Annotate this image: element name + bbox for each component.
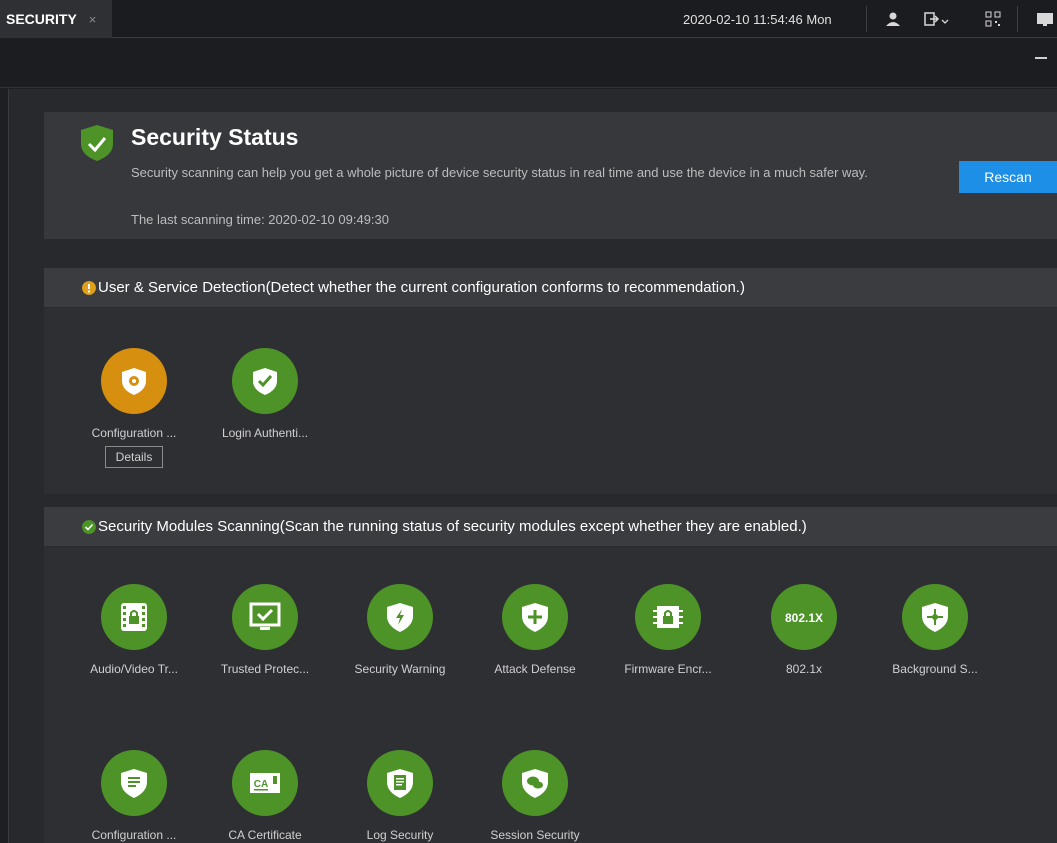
module-ca-certificate[interactable]: CA CA Certificate — [210, 750, 320, 842]
divider — [866, 6, 867, 32]
user-icon[interactable] — [883, 9, 903, 29]
status-circle: 802.1X — [771, 584, 837, 650]
module-trusted-protection[interactable]: Trusted Protec... — [210, 584, 320, 676]
status-circle — [232, 348, 298, 414]
status-circle — [232, 584, 298, 650]
tile-label: Configuration ... — [91, 426, 177, 440]
section-title: Security Modules Scanning(Scan the runni… — [98, 518, 807, 535]
tile-label: CA Certificate — [228, 828, 302, 842]
tab-security[interactable]: SECURITY × — [0, 0, 112, 38]
module-security-warning[interactable]: Security Warning — [345, 584, 455, 676]
module-configuration[interactable]: Configuration ... — [79, 750, 189, 842]
left-strip — [0, 89, 8, 843]
module-audio-video[interactable]: Audio/Video Tr... — [79, 584, 189, 676]
modules-header: Security Modules Scanning(Scan the runni… — [44, 507, 1057, 547]
status-circle: CA — [232, 750, 298, 816]
minimize-icon[interactable] — [1035, 57, 1047, 59]
chat-shield-icon — [522, 769, 548, 798]
qr-code-icon[interactable] — [983, 9, 1003, 29]
cross-shield-icon — [922, 603, 948, 632]
monitor-check-icon — [249, 602, 281, 630]
warning-icon — [82, 281, 96, 295]
monitor-icon[interactable] — [1035, 9, 1055, 29]
tile-label: Trusted Protec... — [220, 662, 310, 676]
details-button[interactable]: Details — [104, 446, 164, 468]
tile-label: Attack Defense — [494, 662, 576, 676]
config-shield-icon — [122, 368, 146, 395]
module-attack-defense[interactable]: Attack Defense — [480, 584, 590, 676]
module-8021x[interactable]: 802.1X 802.1x — [749, 584, 859, 676]
chevron-down-icon[interactable] — [940, 12, 950, 26]
rescan-button[interactable]: Rescan — [959, 161, 1057, 193]
status-circle — [502, 750, 568, 816]
lightning-shield-icon — [387, 603, 413, 632]
tile-label: Security Warning — [354, 662, 446, 676]
logout-icon[interactable] — [922, 9, 942, 29]
log-shield-icon — [387, 769, 413, 798]
status-circle — [367, 750, 433, 816]
tile-label: Audio/Video Tr... — [90, 662, 178, 676]
tile-label: 802.1x — [785, 662, 823, 676]
top-bar: SECURITY × 2020-02-10 11:54:46 Mon — [0, 0, 1057, 38]
tile-label: Configuration ... — [91, 828, 177, 842]
tile-label: Log Security — [366, 828, 434, 842]
ca-cert-icon: CA — [250, 773, 280, 793]
8021x-icon: 802.1X — [785, 611, 823, 625]
user-service-header: User & Service Detection(Detect whether … — [44, 268, 1057, 308]
last-scan-time: The last scanning time: 2020-02-10 09:49… — [131, 212, 390, 227]
status-circle — [502, 584, 568, 650]
status-circle — [101, 348, 167, 414]
module-log-security[interactable]: Log Security — [345, 750, 455, 842]
module-session-security[interactable]: Session Security — [480, 750, 590, 842]
section-title: User & Service Detection(Detect whether … — [98, 279, 745, 296]
plus-shield-icon — [522, 603, 548, 632]
detect-configuration[interactable]: Configuration ... Details — [79, 348, 189, 468]
check-icon — [82, 520, 96, 534]
chip-lock-icon — [653, 606, 683, 628]
page-title: Security Status — [131, 124, 299, 150]
datetime: 2020-02-10 11:54:46 Mon — [683, 12, 832, 27]
svg-text:CA: CA — [254, 779, 268, 790]
close-icon[interactable]: × — [89, 12, 97, 27]
tile-label: Background S... — [892, 662, 978, 676]
module-background-service[interactable]: Background S... — [880, 584, 990, 676]
status-description: Security scanning can help you get a who… — [131, 165, 868, 180]
tile-label: Session Security — [490, 828, 580, 842]
tab-label: SECURITY — [6, 11, 77, 27]
status-circle — [101, 750, 167, 816]
status-circle — [902, 584, 968, 650]
check-shield-icon — [253, 368, 277, 395]
divider — [1017, 6, 1018, 32]
status-circle — [367, 584, 433, 650]
sub-toolbar — [0, 39, 1057, 88]
tile-label: Login Authenti... — [221, 426, 309, 440]
tile-label: Firmware Encr... — [624, 662, 712, 676]
av-lock-icon — [121, 603, 147, 631]
doc-shield-icon — [121, 769, 147, 798]
detect-login-authentication[interactable]: Login Authenti... — [210, 348, 320, 440]
status-circle — [101, 584, 167, 650]
status-circle — [635, 584, 701, 650]
svg-text:802.1X: 802.1X — [785, 611, 823, 625]
check-shield-icon — [81, 125, 113, 161]
module-firmware-encryption[interactable]: Firmware Encr... — [613, 584, 723, 676]
